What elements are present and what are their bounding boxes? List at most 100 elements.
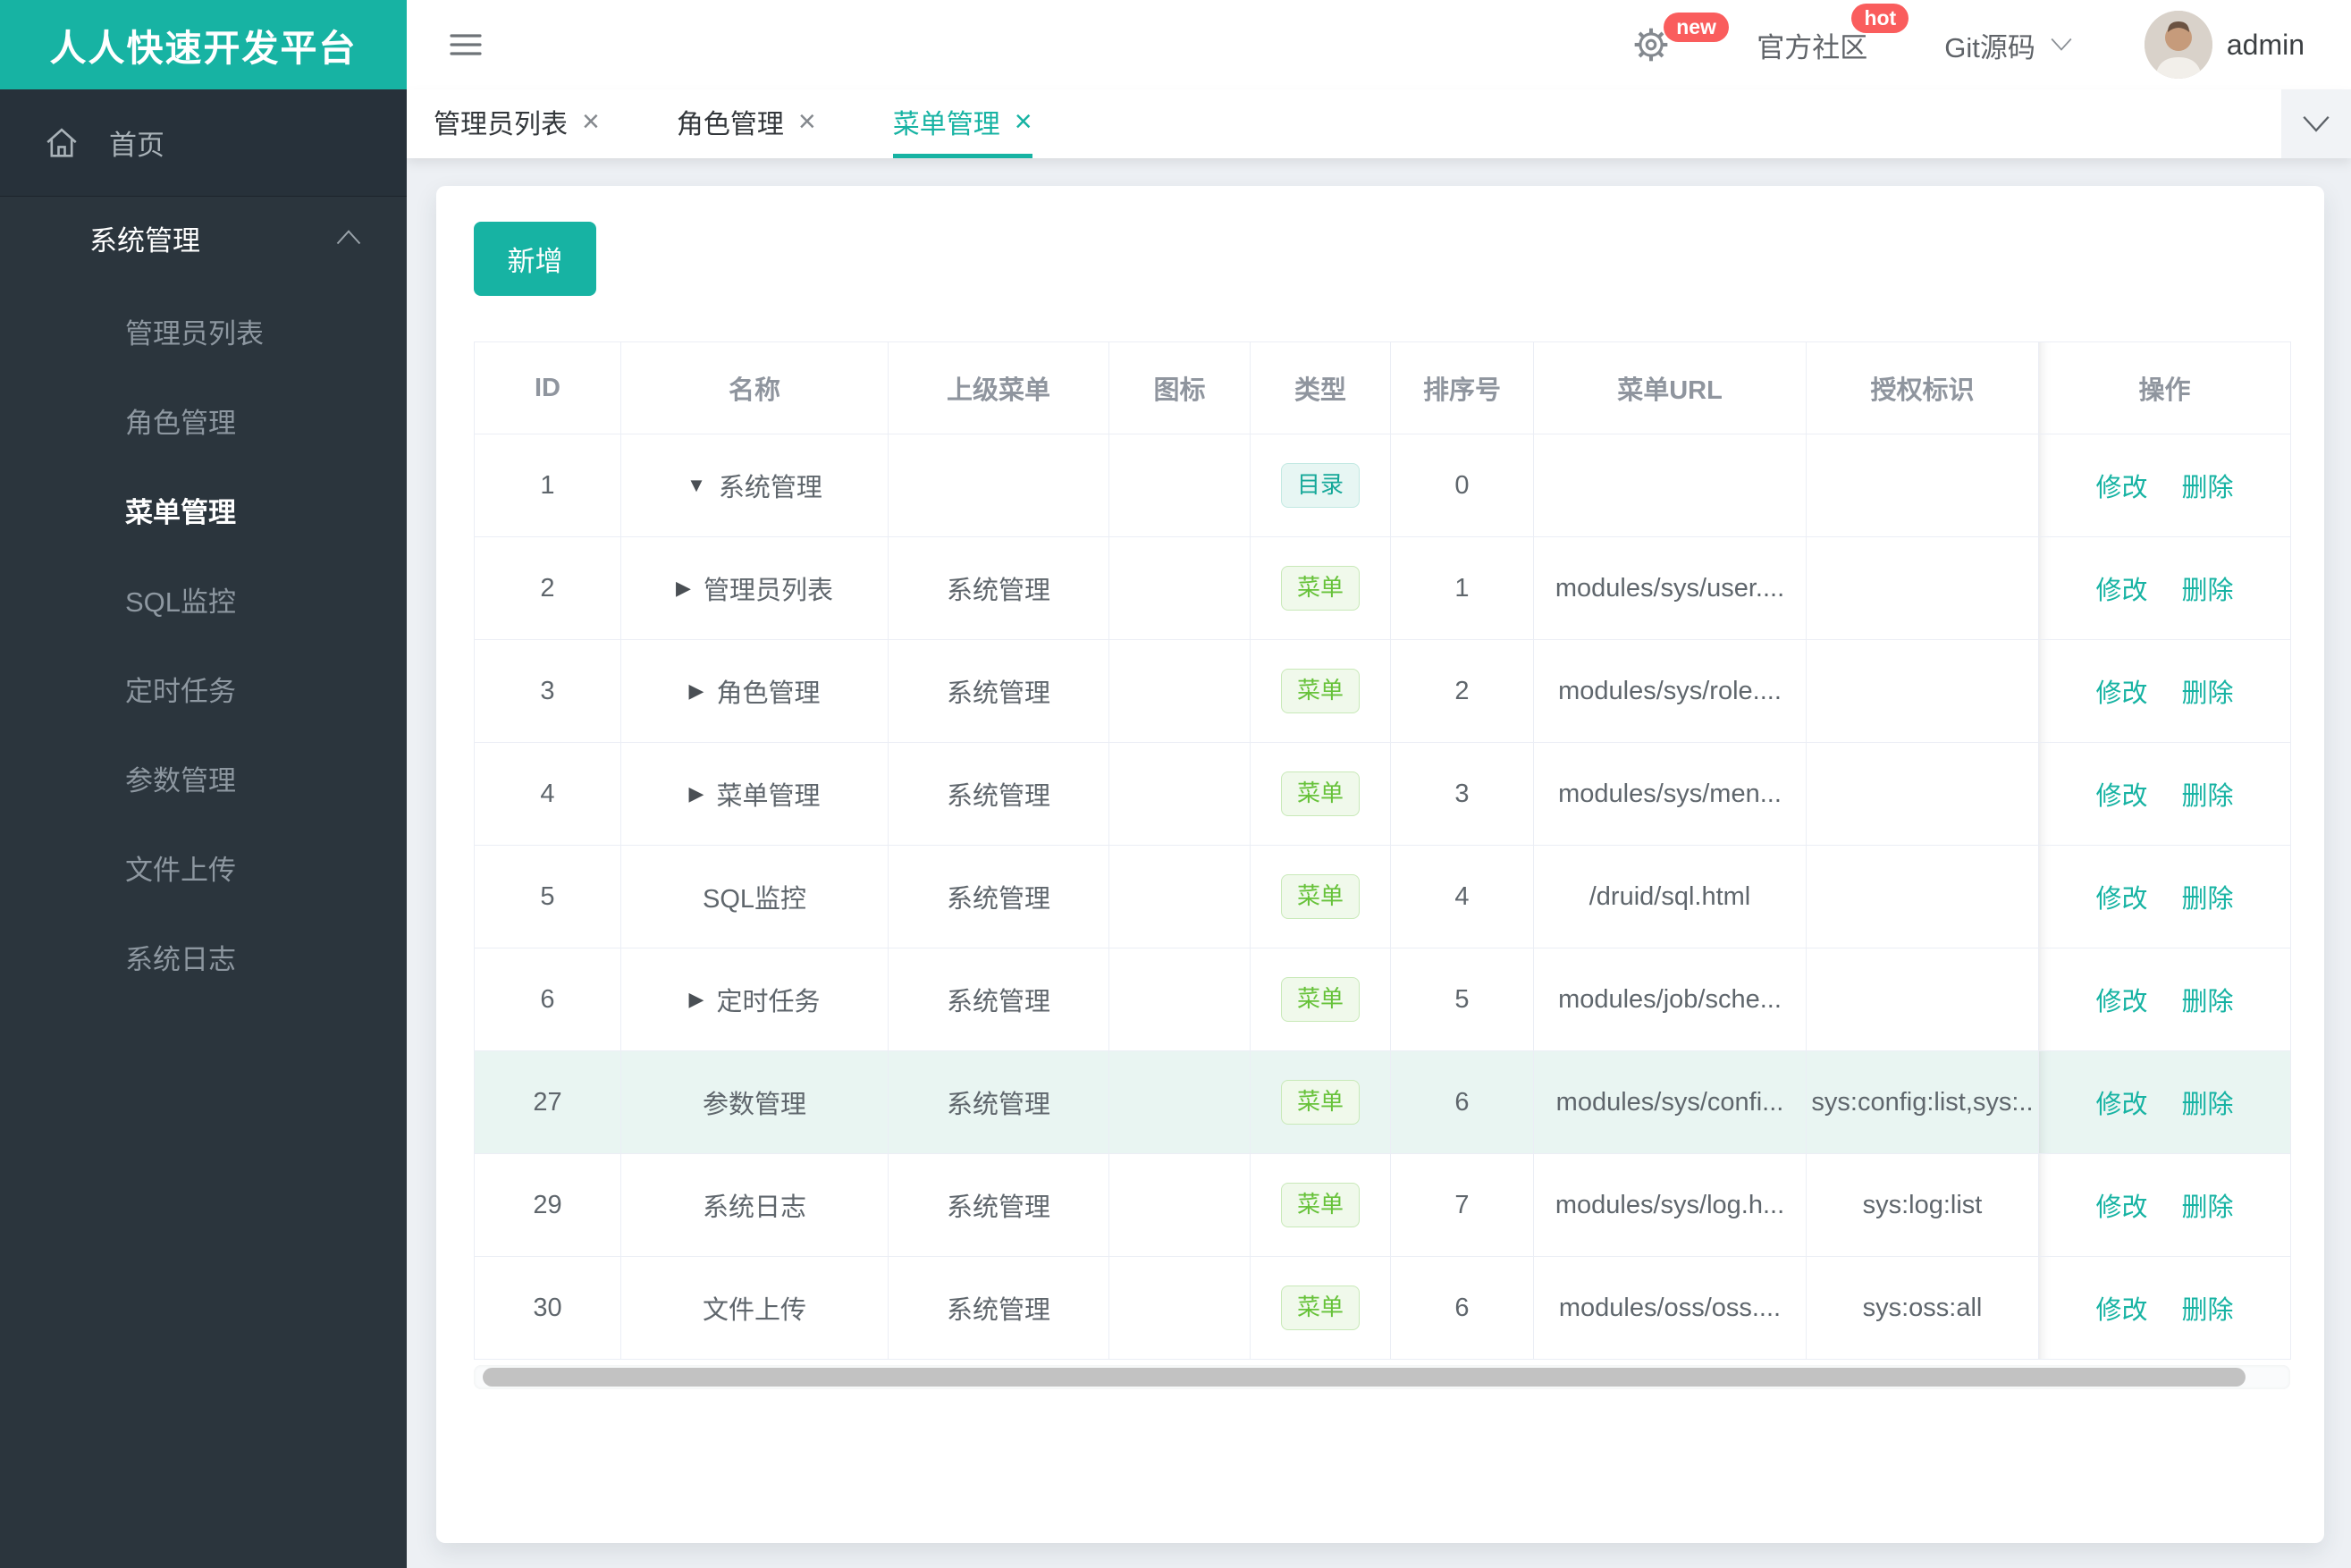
delete-link[interactable]: 删除 — [2182, 474, 2234, 502]
table-row: 30 文件上传 系统管理 菜单 6 modules/oss/oss.... sys:oss:… — [474, 1256, 2291, 1360]
collapse-arrow-icon[interactable]: ▼ — [687, 474, 706, 497]
delete-link[interactable]: 删除 — [2182, 577, 2234, 605]
expand-arrow-icon[interactable]: ▶ — [676, 577, 691, 600]
sidebar-item-管理员列表[interactable]: 管理员列表 — [0, 286, 407, 375]
community-link[interactable]: 官方社区 hot — [1757, 3, 1909, 65]
edit-link[interactable]: 修改 — [2095, 1193, 2147, 1222]
scrollbar-thumb[interactable] — [483, 1368, 2246, 1387]
delete-link[interactable]: 删除 — [2182, 1296, 2234, 1325]
cell-type: 菜单 — [1250, 639, 1391, 743]
delete-link[interactable]: 删除 — [2182, 679, 2234, 708]
edit-link[interactable]: 修改 — [2095, 885, 2147, 914]
add-button[interactable]: 新增 — [474, 222, 596, 296]
sidebar-item-文件上传[interactable]: 文件上传 — [0, 822, 407, 912]
cell-parent-menu: 系统管理 — [888, 1153, 1109, 1257]
tabs-overflow-button[interactable] — [2281, 89, 2351, 158]
cell-type: 菜单 — [1250, 1050, 1391, 1154]
menu-management-card: 新增 ID 名称 上级菜单 图标 类型 排序号 菜单URL 授权标识 操作 1 ▼ 系统管理 目录 0 修… — [436, 186, 2324, 1543]
home-icon — [46, 127, 77, 157]
menu-name-label: 文件上传 — [702, 1296, 806, 1325]
expand-arrow-icon[interactable]: ▶ — [689, 988, 704, 1011]
delete-link[interactable]: 删除 — [2182, 1091, 2234, 1119]
tab-菜单管理[interactable]: 菜单管理 × — [892, 89, 1032, 158]
delete-link[interactable]: 删除 — [2182, 988, 2234, 1016]
sidebar-item-home[interactable]: 首页 — [0, 89, 407, 197]
avatar-photo — [2144, 11, 2212, 79]
sidebar-item-系统日志[interactable]: 系统日志 — [0, 912, 407, 1001]
cell-parent-menu: 系统管理 — [888, 536, 1109, 640]
username-label: admin — [2226, 28, 2305, 61]
cell-id: 1 — [474, 434, 621, 537]
chevron-up-icon — [336, 230, 361, 245]
cell-id: 5 — [474, 845, 621, 948]
sidebar-item-菜单管理[interactable]: 菜单管理 — [0, 465, 407, 554]
cell-actions: 修改 删除 — [2038, 1050, 2291, 1154]
edit-link[interactable]: 修改 — [2095, 474, 2147, 502]
type-badge: 菜单 — [1280, 1286, 1360, 1330]
cell-icon — [1108, 1153, 1251, 1257]
type-badge: 菜单 — [1280, 669, 1360, 713]
chevron-down-icon — [2303, 115, 2330, 132]
cell-icon — [1108, 845, 1251, 948]
type-badge: 菜单 — [1280, 977, 1360, 1022]
cell-actions: 修改 删除 — [2038, 536, 2291, 640]
sidebar: 人人快速开发平台 首页 系统管理 管理员列表 角色管理 菜单管理 SQL监控 定时任务参… — [0, 0, 407, 1568]
type-badge: 菜单 — [1280, 771, 1360, 816]
cell-order: 6 — [1390, 1050, 1534, 1154]
expand-arrow-icon[interactable]: ▶ — [689, 782, 704, 805]
type-badge: 目录 — [1280, 463, 1360, 508]
tab-管理员列表[interactable]: 管理员列表 × — [434, 89, 600, 158]
menu-toggle-icon[interactable] — [450, 28, 482, 62]
cell-url: modules/sys/men... — [1533, 742, 1807, 846]
column-header-类型: 类型 — [1250, 341, 1391, 434]
delete-link[interactable]: 删除 — [2182, 782, 2234, 811]
table-header-row: ID 名称 上级菜单 图标 类型 排序号 菜单URL 授权标识 操作 — [474, 341, 2291, 434]
chevron-down-icon — [2051, 38, 2072, 51]
expand-arrow-icon[interactable]: ▶ — [689, 679, 704, 703]
tab-close-icon[interactable]: × — [1015, 106, 1032, 137]
edit-link[interactable]: 修改 — [2095, 1091, 2147, 1119]
cell-order: 7 — [1390, 1153, 1534, 1257]
cell-icon — [1108, 1256, 1251, 1360]
cell-name: SQL监控 — [620, 845, 889, 948]
delete-link[interactable]: 删除 — [2182, 1193, 2234, 1222]
settings-button[interactable]: new — [1631, 13, 1729, 64]
cell-name: ▶ 管理员列表 — [620, 536, 889, 640]
column-header-名称: 名称 — [620, 341, 889, 434]
sidebar-item-角色管理[interactable]: 角色管理 — [0, 375, 407, 465]
topbar: new 官方社区 hot Git源码 admin — [407, 0, 2351, 89]
edit-link[interactable]: 修改 — [2095, 679, 2147, 708]
tab-角色管理[interactable]: 角色管理 × — [677, 89, 816, 158]
sidebar-item-SQL监控[interactable]: SQL监控 — [0, 554, 407, 644]
cell-name: 文件上传 — [620, 1256, 889, 1360]
avatar[interactable] — [2144, 11, 2212, 79]
edit-link[interactable]: 修改 — [2095, 988, 2147, 1016]
sidebar-item-参数管理[interactable]: 参数管理 — [0, 733, 407, 822]
hot-badge: hot — [1851, 3, 1909, 33]
cell-icon — [1108, 639, 1251, 743]
cell-parent-menu: 系统管理 — [888, 639, 1109, 743]
git-source-label: Git源码 — [1944, 31, 2035, 63]
cell-icon — [1108, 948, 1251, 1051]
cell-parent-menu: 系统管理 — [888, 742, 1109, 846]
git-source-dropdown[interactable]: Git源码 — [1944, 25, 2073, 65]
cell-actions: 修改 删除 — [2038, 845, 2291, 948]
horizontal-scrollbar[interactable] — [474, 1365, 2290, 1389]
cell-name: ▼ 系统管理 — [620, 434, 889, 537]
delete-link[interactable]: 删除 — [2182, 885, 2234, 914]
edit-link[interactable]: 修改 — [2095, 782, 2147, 811]
cell-icon — [1108, 536, 1251, 640]
cell-icon — [1108, 434, 1251, 537]
tab-close-icon[interactable]: × — [582, 106, 600, 137]
menu-name-label: SQL监控 — [702, 885, 807, 914]
cell-type: 菜单 — [1250, 845, 1391, 948]
column-header-上级菜单: 上级菜单 — [888, 341, 1109, 434]
menu-name-label: 定时任务 — [716, 988, 821, 1016]
sidebar-item-定时任务[interactable]: 定时任务 — [0, 644, 407, 733]
edit-link[interactable]: 修改 — [2095, 1296, 2147, 1325]
tab-close-icon[interactable]: × — [798, 106, 816, 137]
edit-link[interactable]: 修改 — [2095, 577, 2147, 605]
cell-actions: 修改 删除 — [2038, 948, 2291, 1051]
sidebar-group-system[interactable]: 系统管理 — [0, 197, 407, 279]
main-area: new 官方社区 hot Git源码 admin 管理员列表 × 角色管理 × … — [407, 0, 2351, 1568]
